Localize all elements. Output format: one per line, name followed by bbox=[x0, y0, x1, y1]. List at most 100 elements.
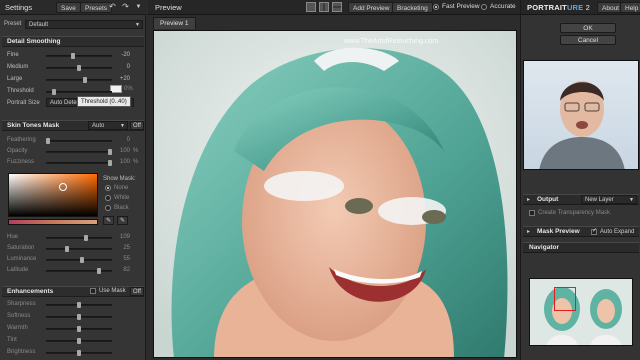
fine-slider[interactable] bbox=[46, 55, 112, 57]
chevron-down-icon: ▼ bbox=[120, 123, 125, 129]
enhancements-off-button[interactable]: Off bbox=[130, 287, 144, 296]
warmth-slider-thumb[interactable] bbox=[77, 326, 81, 332]
show-mask-white-radio[interactable] bbox=[105, 195, 111, 201]
show-mask-none-label: None bbox=[114, 185, 129, 191]
preset-dropdown[interactable]: Default ▼ bbox=[25, 20, 143, 29]
brightness-slider-thumb[interactable] bbox=[77, 350, 81, 356]
enhancements-title: Enhancements bbox=[7, 288, 54, 295]
feathering-label: Feathering bbox=[7, 137, 36, 143]
split-view-icon[interactable] bbox=[319, 2, 329, 12]
fast-preview-label: Fast Preview bbox=[442, 3, 480, 10]
mask-preview-header[interactable]: ▸ Mask Preview Auto Expand bbox=[523, 226, 639, 237]
right-panel: PORTRAITURE 2 About Help OK Cancel ▸ Out… bbox=[520, 0, 640, 360]
large-slider[interactable] bbox=[46, 79, 112, 81]
medium-slider-thumb[interactable] bbox=[77, 65, 81, 71]
medium-label: Medium bbox=[7, 64, 29, 70]
large-value: +20 bbox=[119, 76, 130, 82]
portrait-photo: www.TheArtofRetouching.com bbox=[154, 31, 516, 357]
skin-mask-off-button[interactable]: Off bbox=[130, 121, 144, 130]
navigator-thumbnail[interactable] bbox=[529, 278, 633, 346]
feathering-slider-thumb[interactable] bbox=[46, 138, 50, 144]
hue-range-bar[interactable] bbox=[8, 219, 98, 225]
add-preview-button[interactable]: Add Preview bbox=[348, 2, 395, 13]
sharpness-slider-thumb[interactable] bbox=[77, 302, 81, 308]
luminance-slider[interactable] bbox=[46, 259, 112, 261]
saturation-value: 25 bbox=[123, 245, 130, 251]
webcam-video bbox=[523, 60, 639, 170]
navigator-viewport-box[interactable] bbox=[554, 287, 576, 311]
output-section-header[interactable]: ▸ Output New Layer ▼ bbox=[523, 194, 639, 205]
undo-icon[interactable]: ↶ bbox=[107, 2, 118, 13]
navigator-image bbox=[544, 287, 622, 345]
eyedropper-add-icon[interactable]: ✎ bbox=[103, 216, 114, 225]
preview-image[interactable]: www.TheArtofRetouching.com bbox=[153, 30, 517, 358]
opacity-unit: % bbox=[133, 148, 139, 154]
navigator-header[interactable]: Navigator bbox=[523, 242, 639, 253]
logo-part-a: PORTRAIT bbox=[527, 3, 567, 12]
skin-color-picker[interactable] bbox=[8, 173, 98, 217]
create-transparency-mask-checkbox[interactable] bbox=[529, 210, 535, 216]
show-mask-black-radio[interactable] bbox=[105, 205, 111, 211]
luminance-slider-thumb[interactable] bbox=[80, 257, 85, 263]
tab-preview-1[interactable]: Preview 1 bbox=[153, 17, 196, 29]
help-button[interactable]: Help bbox=[620, 2, 640, 13]
portrait-size-value: Auto Dete bbox=[50, 100, 77, 106]
settings-title: Settings bbox=[5, 3, 33, 12]
color-picker-handle[interactable] bbox=[59, 183, 67, 191]
bracketing-button[interactable]: Bracketing bbox=[392, 2, 433, 13]
brightness-label: Brightness bbox=[7, 349, 36, 355]
tint-slider-thumb[interactable] bbox=[77, 338, 81, 344]
threshold-unit: 0% bbox=[124, 86, 133, 92]
navigator-title: Navigator bbox=[529, 244, 559, 251]
show-mask-black-label: Black bbox=[114, 205, 129, 211]
hue-slider[interactable] bbox=[46, 237, 112, 239]
sharpness-label: Sharpness bbox=[7, 301, 36, 307]
threshold-slider-thumb[interactable] bbox=[52, 89, 57, 95]
split-horizontal-icon[interactable] bbox=[332, 2, 342, 12]
preview-header: Preview Add Preview Bracketing Fast Prev… bbox=[148, 0, 520, 15]
fine-slider-thumb[interactable] bbox=[70, 53, 75, 59]
large-slider-thumb[interactable] bbox=[83, 77, 88, 83]
medium-value: 0 bbox=[126, 64, 130, 70]
fuzziness-value: 100 bbox=[119, 159, 130, 165]
chevron-right-icon: ▸ bbox=[527, 229, 531, 235]
auto-expand-checkbox[interactable] bbox=[591, 227, 597, 235]
logo-version: 2 bbox=[585, 3, 591, 12]
softness-slider-thumb[interactable] bbox=[77, 314, 81, 320]
detail-smoothing-header[interactable]: Detail Smoothing bbox=[2, 36, 144, 47]
latitude-slider-thumb[interactable] bbox=[96, 268, 101, 274]
fuzziness-label: Fuzziness bbox=[7, 159, 35, 165]
fuzziness-slider[interactable] bbox=[46, 162, 112, 164]
cancel-button[interactable]: Cancel bbox=[560, 35, 616, 45]
save-button[interactable]: Save bbox=[56, 2, 81, 13]
fuzziness-unit: % bbox=[133, 159, 139, 165]
saturation-slider-thumb[interactable] bbox=[64, 246, 69, 252]
hue-slider-thumb[interactable] bbox=[84, 235, 89, 241]
use-mask-checkbox[interactable] bbox=[90, 288, 96, 294]
tint-label: Tint bbox=[7, 337, 17, 343]
opacity-slider[interactable] bbox=[46, 151, 112, 153]
single-view-icon[interactable] bbox=[306, 2, 316, 12]
chevron-down-icon: ▼ bbox=[629, 197, 634, 203]
latitude-slider[interactable] bbox=[46, 270, 112, 272]
redo-icon[interactable]: ↷ bbox=[120, 2, 131, 13]
eyedropper-icon[interactable]: ✎ bbox=[117, 216, 128, 225]
softness-label: Softness bbox=[7, 313, 31, 319]
feathering-slider[interactable] bbox=[46, 140, 112, 142]
saturation-slider[interactable] bbox=[46, 248, 112, 250]
skin-mask-mode-dropdown[interactable]: Auto ▼ bbox=[88, 121, 128, 130]
hue-label: Hue bbox=[7, 234, 19, 240]
output-dropdown[interactable]: New Layer ▼ bbox=[581, 195, 637, 204]
feathering-value: 0 bbox=[126, 137, 130, 143]
accurate-radio[interactable] bbox=[481, 4, 487, 10]
latitude-value: 82 bbox=[123, 267, 130, 273]
portraiture-logo: PORTRAITURE 2 bbox=[527, 3, 590, 12]
fast-preview-radio[interactable] bbox=[433, 4, 439, 10]
create-transparency-mask-label: Create Transparency Mask bbox=[538, 210, 611, 216]
menu-chevron-icon[interactable]: ▼ bbox=[133, 2, 144, 13]
ok-button[interactable]: OK bbox=[560, 23, 616, 33]
fine-value: -20 bbox=[121, 52, 130, 58]
auto-expand-label: Auto Expand bbox=[600, 229, 635, 235]
show-mask-none-radio[interactable] bbox=[105, 185, 111, 191]
right-header: PORTRAITURE 2 About Help bbox=[521, 0, 640, 15]
